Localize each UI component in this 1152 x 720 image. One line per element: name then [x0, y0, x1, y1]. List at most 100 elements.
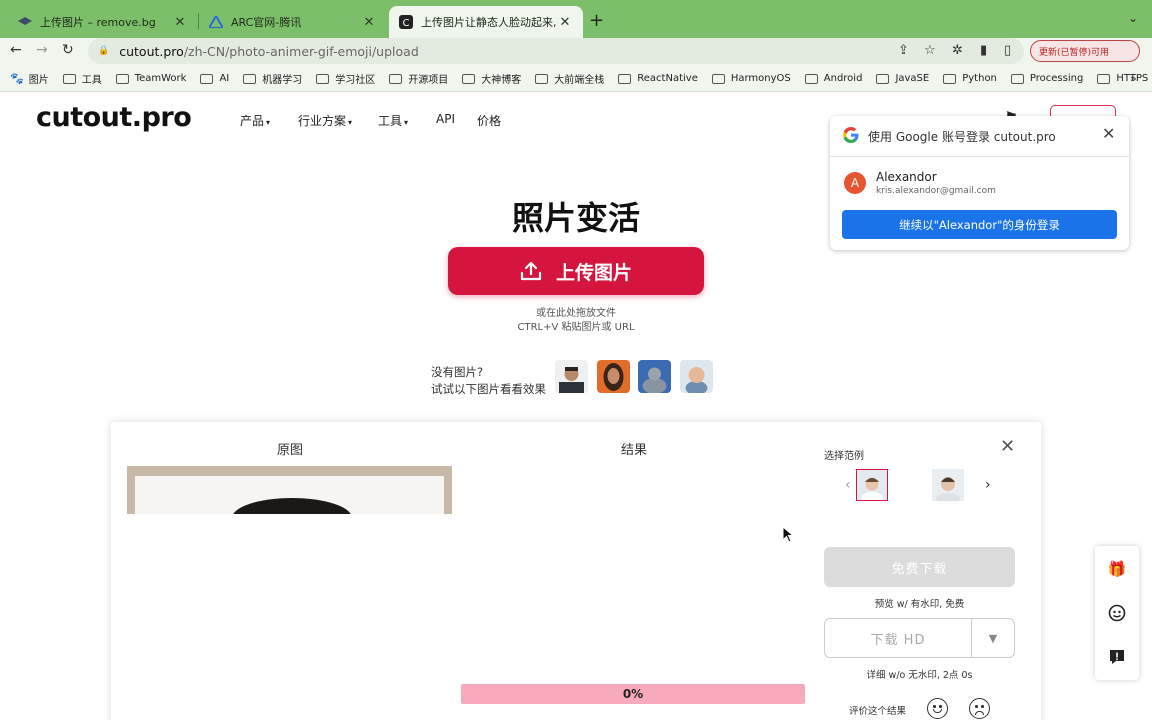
bookmark-folder[interactable]: 学习社区 [316, 71, 375, 86]
bookmark-folder[interactable]: Processing [1010, 73, 1083, 84]
new-tab-icon[interactable]: + [589, 10, 604, 31]
folder-icon [711, 73, 725, 84]
url-host: cutout.pro [119, 43, 184, 59]
bookmark-folder[interactable]: Python [943, 73, 997, 84]
account-name[interactable]: Alexandor [876, 170, 937, 184]
folder-icon [1010, 73, 1024, 84]
paw-icon: 🐾 [10, 72, 24, 85]
tab-title: ARC官网-腾讯 [231, 16, 302, 29]
nav-pricing[interactable]: 价格 [477, 112, 501, 129]
frown-face-icon[interactable] [969, 698, 990, 719]
caret-down-icon[interactable]: ▼ [972, 619, 1014, 657]
sidebar-icon[interactable]: ▯ [1004, 43, 1011, 58]
feedback-icon[interactable] [1108, 648, 1126, 666]
bookmark-folder[interactable]: HarmonyOS [711, 73, 791, 84]
folder-icon [462, 73, 476, 84]
browser-toolbar: ← → ↻ 🔒 cutout.pro /zh-CN/photo-animer-g… [0, 38, 1152, 66]
bookmark-folder[interactable]: 开源项目 [389, 71, 448, 86]
site-logo[interactable]: cutout.pro [36, 102, 192, 133]
bookmark-folder[interactable]: 大神博客 [462, 71, 521, 86]
progress-bar: 0% [461, 684, 805, 704]
chevron-left-icon[interactable]: ‹ [845, 477, 851, 493]
extension-icon[interactable]: ✲ [952, 43, 963, 58]
result-label: 结果 [621, 443, 648, 458]
tab-arc[interactable]: ARC官网-腾讯 ✕ [199, 6, 387, 38]
profile-update-button[interactable]: 更新(已暂停)可用 [1030, 40, 1140, 62]
tab-title: 上传图片 – remove.bg [40, 16, 156, 29]
close-icon[interactable]: ✕ [1102, 124, 1115, 143]
nav-solutions[interactable]: 行业方案 ▾ [298, 112, 352, 129]
smile-face-icon[interactable] [927, 698, 948, 719]
sample-image-man[interactable] [555, 360, 588, 393]
nav-tools[interactable]: 工具 ▾ [378, 112, 408, 129]
free-download-button[interactable]: 免费下载 [824, 547, 1015, 587]
bookmark-folder[interactable]: AI [200, 73, 229, 84]
nav-api[interactable]: API [436, 112, 455, 126]
folder-icon [535, 73, 549, 84]
tab-remove-bg[interactable]: 上传图片 – remove.bg ✕ [8, 6, 198, 38]
tab-search-chevron-icon[interactable]: ⌄ [1128, 11, 1138, 25]
folder-icon [316, 73, 330, 84]
bookmark-folder[interactable]: 机器学习 [243, 71, 302, 86]
original-label: 原图 [277, 443, 304, 458]
example-thumb[interactable] [932, 469, 964, 501]
upload-image-button[interactable]: 上传图片 [448, 247, 704, 295]
upload-icon [520, 261, 542, 281]
bookmark-folder[interactable]: ReactNative [618, 73, 698, 84]
sample-prompt: 没有图片? 试试以下图片看看效果 [431, 365, 546, 396]
rate-label: 评价这个结果 [849, 706, 907, 717]
floating-action-bar: 🎁 [1095, 546, 1139, 680]
bookmark-folder[interactable]: 大前端全栈 [535, 71, 604, 86]
bookmark-folder[interactable]: Android [804, 73, 862, 84]
bookmark-folder[interactable]: TeamWork [115, 73, 186, 84]
account-email[interactable]: kris.alexandor@gmail.com [876, 186, 996, 196]
paste-hint: CTRL+V 粘贴图片或 URL [517, 322, 635, 333]
bookmarks-overflow-icon[interactable]: » [1130, 72, 1137, 85]
bookmark-folder[interactable]: HTTPS [1097, 73, 1148, 84]
gift-icon[interactable]: 🎁 [1108, 560, 1127, 578]
support-icon[interactable] [1108, 604, 1126, 622]
google-signin-panel: 使用 Google 账号登录 cutout.pro ✕ A Alexandor … [830, 116, 1129, 250]
original-image [127, 466, 452, 514]
share-icon[interactable]: ⇪ [898, 43, 909, 58]
sample-image-statue[interactable] [638, 360, 671, 393]
folder-icon [200, 73, 214, 84]
tab-cutout[interactable]: C 上传图片让静态人脸动起来, 旧照 ✕ [389, 6, 583, 38]
bookmark-item[interactable]: 🐾 图片 [10, 71, 49, 86]
mouse-cursor-icon [782, 526, 794, 543]
bookmark-folder[interactable]: JavaSE [876, 73, 929, 84]
back-icon[interactable]: ← [10, 42, 22, 58]
forward-icon[interactable]: → [36, 42, 48, 58]
star-icon[interactable]: ☆ [924, 43, 936, 58]
continue-as-button[interactable]: 继续以"Alexandor"的身份登录 [842, 210, 1117, 239]
address-bar[interactable]: 🔒 cutout.pro /zh-CN/photo-animer-gif-emo… [88, 38, 1024, 64]
folder-icon [943, 73, 957, 84]
browser-tab-strip: 上传图片 – remove.bg ✕ ARC官网-腾讯 ✕ C 上传图片让静态人… [0, 0, 1152, 38]
sample-image-woman[interactable] [597, 360, 630, 393]
sample-image-baby[interactable] [680, 360, 713, 393]
choose-example-label: 选择范例 [824, 451, 864, 462]
folder-icon [62, 73, 76, 84]
cutout-favicon-icon: C [399, 15, 413, 29]
hd-download-label[interactable]: 下载 HD [825, 619, 972, 657]
remove-bg-favicon-icon [18, 15, 32, 29]
chevron-down-icon: ▾ [404, 118, 409, 127]
close-tab-icon[interactable]: ✕ [361, 14, 377, 30]
reload-icon[interactable]: ↻ [62, 42, 74, 58]
upload-label: 上传图片 [555, 261, 632, 284]
lock-icon: 🔒 [98, 46, 110, 56]
folder-icon [804, 73, 818, 84]
google-logo-icon [843, 127, 859, 147]
progress-text: 0% [622, 687, 644, 701]
close-tab-icon[interactable]: ✕ [172, 14, 188, 30]
close-icon[interactable]: ✕ [1000, 436, 1015, 457]
reading-list-icon[interactable]: ▮ [980, 43, 987, 58]
hd-download-button[interactable]: 下载 HD ▼ [824, 618, 1015, 658]
nav-products[interactable]: 产品 ▾ [240, 112, 270, 129]
drop-hint: 或在此处拖放文件 [536, 308, 616, 319]
chevron-right-icon[interactable]: › [985, 477, 991, 493]
example-thumb-selected[interactable] [856, 469, 888, 501]
chevron-down-icon: ▾ [348, 118, 353, 127]
close-tab-icon[interactable]: ✕ [557, 14, 573, 30]
bookmark-folder[interactable]: 工具 [62, 71, 102, 86]
